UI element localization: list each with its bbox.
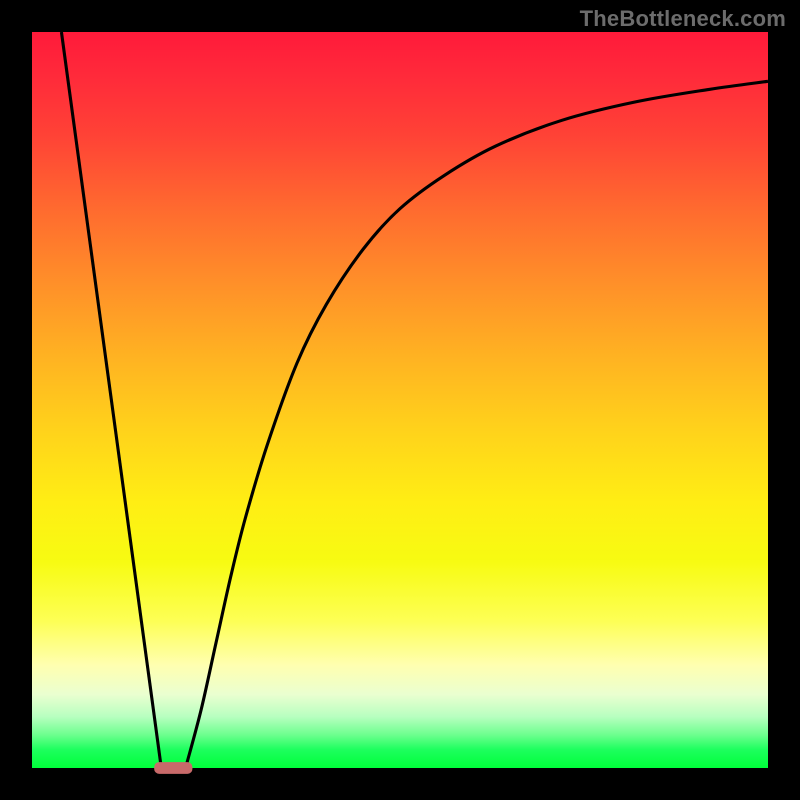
chart-plot-area <box>32 32 768 768</box>
floor-marker <box>154 762 192 774</box>
curve-right-ascent <box>187 81 768 764</box>
curve-left-descent <box>61 32 160 764</box>
chart-svg <box>32 32 768 768</box>
chart-stage: TheBottleneck.com <box>0 0 800 800</box>
watermark-text: TheBottleneck.com <box>580 6 786 32</box>
